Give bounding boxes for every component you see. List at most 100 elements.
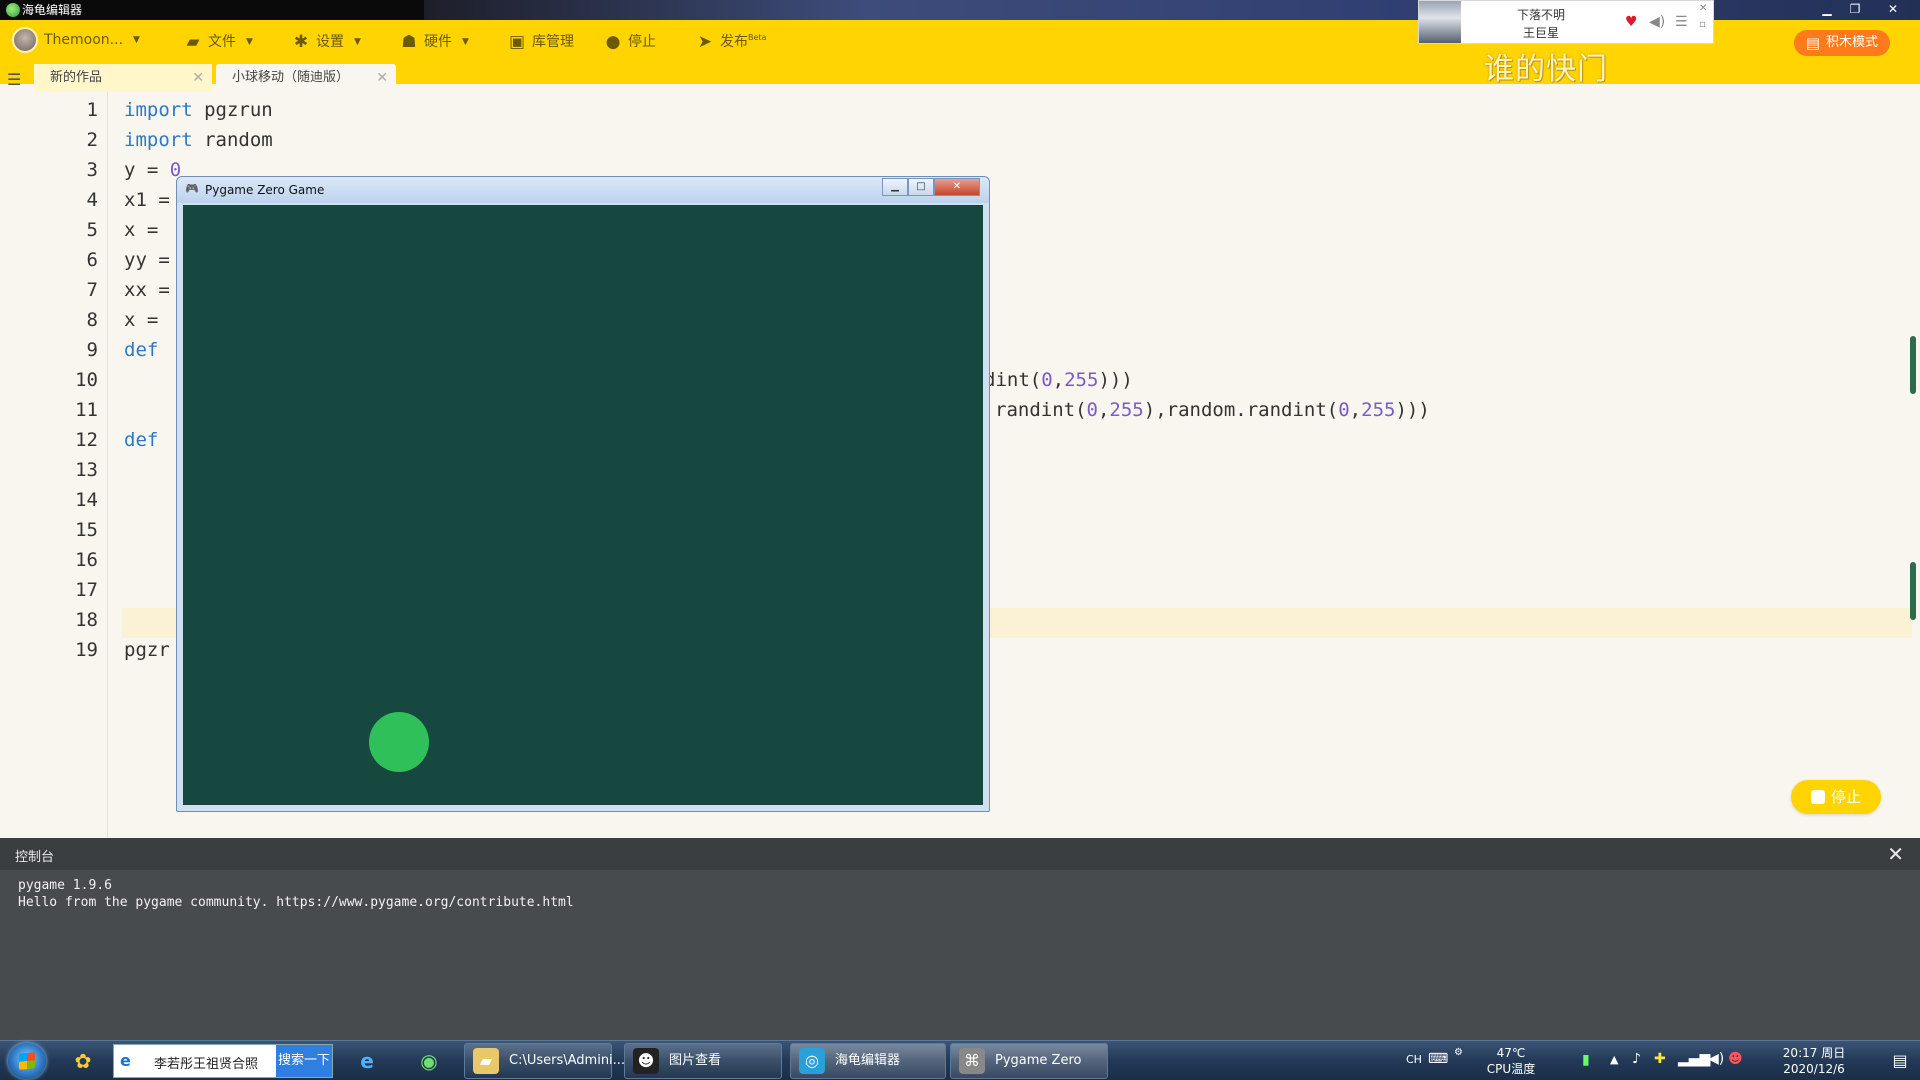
cpu-temp-label: CPU温度 bbox=[1486, 1062, 1536, 1076]
console-title: 控制台 bbox=[15, 850, 55, 865]
keyboard-icon[interactable]: ⌨ bbox=[1428, 1051, 1448, 1067]
penguin-icon: ☻ bbox=[633, 1048, 659, 1074]
tab-new-work[interactable]: 新的作品 ✕ bbox=[34, 64, 212, 92]
qq-icon[interactable]: ☻ bbox=[1728, 1051, 1743, 1067]
code-line: xx = bbox=[124, 279, 170, 301]
cpu-temp-value: 47℃ bbox=[1496, 1046, 1526, 1060]
minimize-icon[interactable]: ▁ bbox=[1814, 0, 1840, 20]
security-icon[interactable]: ✚ bbox=[1654, 1051, 1666, 1067]
volume-icon[interactable]: ◀) bbox=[1649, 14, 1665, 30]
clock-date: 2020/12/6 bbox=[1783, 1062, 1845, 1076]
lang-indicator[interactable]: CH bbox=[1406, 1053, 1422, 1066]
inbox-icon: ▣ bbox=[508, 32, 526, 52]
blocks-mode-button[interactable]: ▤ 积木模式 bbox=[1793, 30, 1890, 56]
close-icon[interactable]: ✕ bbox=[192, 64, 204, 92]
task-explorer[interactable]: ▰ C:\Users\Admini... bbox=[464, 1043, 625, 1079]
publish-button[interactable]: ➤ 发布 Beta bbox=[696, 30, 767, 54]
library-label: 库管理 bbox=[532, 34, 574, 50]
file-menu-label: 文件 bbox=[208, 34, 236, 50]
stop-button[interactable]: ● 停止 bbox=[604, 30, 656, 54]
line-number: 6 bbox=[86, 249, 98, 271]
code-line: x = bbox=[124, 219, 170, 241]
scroll-marker[interactable] bbox=[1910, 336, 1916, 394]
line-number: 8 bbox=[86, 309, 98, 331]
task-pygame[interactable]: ⌘ Pygame Zero G... bbox=[950, 1043, 1108, 1079]
tab-ball-move[interactable]: 小球移动（随迪版） ✕ bbox=[216, 64, 396, 92]
pinwheel-icon[interactable]: ✿ bbox=[66, 1045, 100, 1077]
pygame-window[interactable]: 🎮 Pygame Zero Game ▁ □ ✕ bbox=[176, 176, 990, 812]
code-line: yy = bbox=[124, 249, 170, 271]
line-number: 19 bbox=[75, 639, 98, 661]
game-canvas[interactable] bbox=[183, 205, 983, 805]
library-button[interactable]: ▣ 库管理 bbox=[508, 30, 574, 54]
file-menu[interactable]: ▰ 文件 ▼ bbox=[184, 30, 252, 54]
maximize-icon[interactable]: □ bbox=[908, 178, 934, 196]
stop-float-label: 停止 bbox=[1831, 788, 1862, 806]
folder-icon: ▰ bbox=[186, 32, 200, 52]
heart-icon[interactable]: ♥ bbox=[1625, 14, 1638, 30]
code-line: import random bbox=[124, 129, 273, 151]
minimize-icon[interactable]: ▫ bbox=[1699, 19, 1706, 30]
close-icon[interactable]: ✕ bbox=[376, 64, 388, 92]
folder-icon: ▰ bbox=[473, 1048, 499, 1074]
cpu-temperature[interactable]: 47℃ CPU温度 bbox=[1484, 1045, 1538, 1077]
stop-float-button[interactable]: 停止 bbox=[1791, 780, 1881, 814]
close-icon[interactable]: ✕ bbox=[1880, 0, 1906, 20]
playlist-icon[interactable]: ☰ bbox=[1675, 14, 1688, 30]
ie-search-input[interactable]: 李若彤王祖贤合照 bbox=[154, 1053, 258, 1072]
tab-label: 新的作品 bbox=[50, 70, 103, 85]
scroll-marker[interactable] bbox=[1910, 562, 1916, 620]
bell-icon[interactable]: ♪ bbox=[1632, 1051, 1641, 1067]
line-number: 11 bbox=[75, 399, 98, 421]
blocks-mode-label: 积木模式 bbox=[1825, 35, 1878, 50]
code-line: def bbox=[124, 429, 159, 451]
line-number: 4 bbox=[86, 189, 98, 211]
line-number: 13 bbox=[75, 459, 98, 481]
start-button[interactable] bbox=[8, 1043, 46, 1079]
ie-search-box[interactable]: e 李若彤王祖贤合照 搜索一下 bbox=[113, 1044, 333, 1078]
pygame-titlebar[interactable]: 🎮 Pygame Zero Game ▁ □ ✕ bbox=[177, 177, 989, 203]
pygame-title: Pygame Zero Game bbox=[205, 183, 325, 197]
line-number: 5 bbox=[86, 219, 98, 241]
music-widget[interactable]: 下落不明 王巨星 ♥ ◀) ☰ ✕ ▫ bbox=[1418, 0, 1714, 44]
chevron-down-icon: ▼ bbox=[133, 35, 140, 45]
hamburger-icon[interactable]: ☰ bbox=[7, 70, 21, 89]
ime-icon[interactable]: ⚙ bbox=[1454, 1047, 1463, 1058]
task-turtle-editor[interactable]: ◎ 海龟编辑器 bbox=[790, 1043, 946, 1079]
hardware-menu-label: 硬件 bbox=[424, 34, 452, 50]
ie-browser-icon[interactable]: e bbox=[350, 1045, 384, 1077]
ball bbox=[369, 712, 429, 772]
settings-menu[interactable]: ✱ 设置 ▼ bbox=[292, 30, 361, 54]
song-artist: 王巨星 bbox=[1522, 26, 1559, 40]
user-menu[interactable]: Themoon... ▼ bbox=[12, 27, 140, 53]
ie-icon: e bbox=[120, 1051, 131, 1070]
restore-icon[interactable]: ❐ bbox=[1842, 0, 1868, 20]
browser-360-icon[interactable]: ◉ bbox=[412, 1045, 446, 1077]
code-line: import pgzrun bbox=[124, 99, 273, 121]
line-number: 2 bbox=[86, 129, 98, 151]
hardware-menu[interactable]: ☗ 硬件 ▼ bbox=[400, 30, 469, 54]
minimize-icon[interactable]: ▁ bbox=[882, 178, 908, 196]
notification-center-icon[interactable]: ▤ bbox=[1880, 1041, 1920, 1080]
line-number: 12 bbox=[75, 429, 98, 451]
network-icon[interactable]: ▂▄▆ bbox=[1678, 1051, 1710, 1067]
clock-time: 20:17 周日 bbox=[1782, 1046, 1846, 1060]
clock[interactable]: 20:17 周日 2020/12/6 bbox=[1774, 1045, 1854, 1077]
stop-label: 停止 bbox=[628, 34, 656, 50]
line-number: 16 bbox=[75, 549, 98, 571]
gamepad-icon: 🎮 bbox=[185, 182, 199, 195]
ie-search-button[interactable]: 搜索一下 bbox=[276, 1045, 332, 1077]
close-icon[interactable]: ✕ bbox=[934, 178, 980, 196]
chevron-up-icon[interactable]: ▲ bbox=[1610, 1053, 1618, 1066]
line-number: 1 bbox=[86, 99, 98, 121]
avatar bbox=[12, 27, 38, 53]
close-icon[interactable]: ✕ bbox=[1699, 3, 1707, 14]
task-image-viewer[interactable]: ☻ 图片查看 bbox=[624, 1043, 782, 1079]
console-panel: 控制台 ✕ pygame 1.9.6 Hello from the pygame… bbox=[0, 838, 1920, 1040]
code-line: def bbox=[124, 339, 159, 361]
battery-icon[interactable]: ▮ bbox=[1582, 1052, 1590, 1068]
close-icon[interactable]: ✕ bbox=[1887, 842, 1904, 866]
send-icon: ➤ bbox=[697, 32, 713, 52]
song-title: 下落不明 bbox=[1516, 8, 1565, 22]
volume-icon[interactable]: ◀) bbox=[1708, 1051, 1724, 1067]
